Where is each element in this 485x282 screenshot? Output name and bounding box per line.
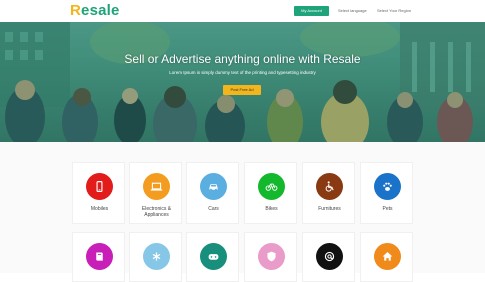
category-card-asterisk[interactable] bbox=[129, 232, 182, 282]
category-card-games[interactable] bbox=[186, 232, 239, 282]
category-card-at[interactable] bbox=[302, 232, 355, 282]
at-icon bbox=[316, 243, 343, 270]
hero-overlay bbox=[0, 22, 485, 142]
category-card-books[interactable] bbox=[72, 232, 125, 282]
category-card-cars[interactable]: Cars bbox=[186, 162, 239, 224]
gamepad-icon bbox=[200, 243, 227, 270]
category-card-pets[interactable]: Pets bbox=[360, 162, 413, 224]
mobile-icon bbox=[86, 173, 113, 200]
logo-letter-r: R bbox=[70, 2, 82, 19]
top-header: Resale My Account Select language Select… bbox=[0, 0, 485, 22]
category-card-home[interactable] bbox=[360, 232, 413, 282]
car-icon bbox=[200, 173, 227, 200]
post-free-ad-button[interactable]: Post Free Ad bbox=[223, 85, 261, 95]
category-card-shield[interactable] bbox=[244, 232, 297, 282]
wheelchair-icon bbox=[316, 173, 343, 200]
home-icon bbox=[374, 243, 401, 270]
site-logo[interactable]: Resale bbox=[70, 2, 120, 20]
category-card-furnitures[interactable]: Furnitures bbox=[302, 162, 355, 224]
hero-title: Sell or Advertise anything online with R… bbox=[124, 52, 361, 66]
category-card-mobiles[interactable]: Mobiles bbox=[72, 162, 125, 224]
laptop-icon bbox=[143, 173, 170, 200]
category-label: Pets bbox=[382, 206, 393, 212]
category-label: Mobiles bbox=[90, 206, 109, 212]
book-icon bbox=[86, 243, 113, 270]
category-label: Furnitures bbox=[318, 206, 341, 212]
bicycle-icon bbox=[258, 173, 285, 200]
category-label: Electronics & Appliances bbox=[141, 206, 172, 218]
paw-icon bbox=[374, 173, 401, 200]
category-card-bikes[interactable]: Bikes bbox=[244, 162, 297, 224]
my-account-button[interactable]: My Account bbox=[294, 6, 329, 16]
select-region-link[interactable]: Select Your Region bbox=[377, 6, 411, 16]
shield-icon bbox=[258, 243, 285, 270]
category-label: Bikes bbox=[265, 206, 278, 212]
category-card-electronics[interactable]: Electronics & Appliances bbox=[129, 162, 182, 224]
logo-text: esale bbox=[81, 2, 120, 19]
hero-subtitle: Lorem Ipsum is simply dummy text of the … bbox=[169, 70, 316, 75]
select-language-link[interactable]: Select language bbox=[338, 6, 367, 16]
hero-banner: Sell or Advertise anything online with R… bbox=[0, 22, 485, 142]
category-label: Cars bbox=[208, 206, 219, 212]
asterisk-icon bbox=[143, 243, 170, 270]
category-grid: Mobiles Electronics & Appliances Cars Bi… bbox=[0, 142, 485, 282]
